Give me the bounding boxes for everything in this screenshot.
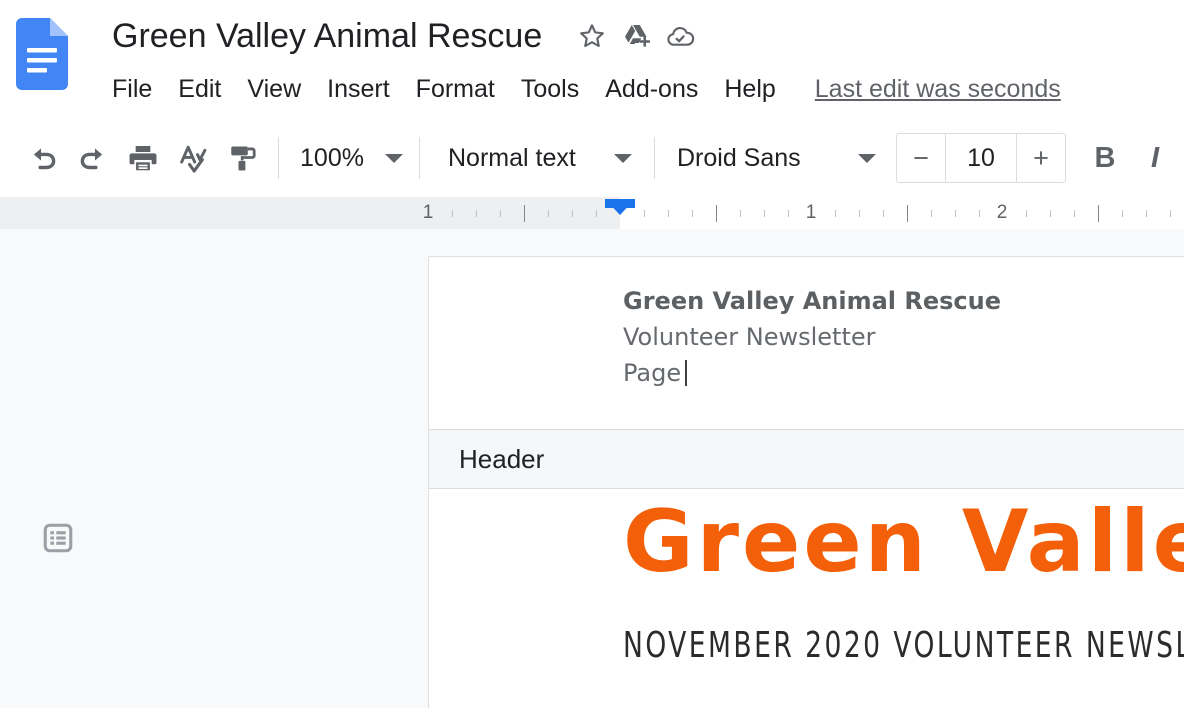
ruler-number: 2 <box>996 202 1008 223</box>
toolbar-separator <box>278 137 279 179</box>
paint-format-icon[interactable] <box>218 133 268 183</box>
ruler-tick <box>979 210 980 217</box>
chevron-down-icon <box>614 153 632 163</box>
ruler-tick <box>1122 210 1123 217</box>
ruler-tick <box>788 210 789 217</box>
ruler-tick <box>907 205 908 222</box>
header-line-org: Green Valley Animal Rescue <box>623 287 1002 315</box>
ruler-tick <box>548 210 549 217</box>
ruler-tick <box>716 205 717 222</box>
star-icon[interactable] <box>570 14 614 58</box>
paragraph-style-dropdown[interactable]: Normal text <box>448 133 632 183</box>
ruler-tick <box>692 210 693 217</box>
google-docs-window: Green Valley Animal Rescue File Edit Vie… <box>0 0 1184 708</box>
font-family-dropdown[interactable]: Droid Sans <box>677 133 876 183</box>
ruler-tick <box>572 210 573 217</box>
undo-icon[interactable] <box>18 133 68 183</box>
document-outline-icon[interactable] <box>36 516 80 560</box>
cloud-saved-icon[interactable] <box>658 14 702 58</box>
google-docs-logo-icon[interactable] <box>16 18 68 90</box>
ruler-tick <box>859 210 860 217</box>
menu-item-addons[interactable]: Add-ons <box>592 68 711 110</box>
ruler-tick <box>596 210 597 217</box>
header-line-page-text: Page <box>623 359 682 387</box>
menu-item-tools[interactable]: Tools <box>508 68 592 110</box>
document-body[interactable]: Green Valley NOVEMBER 2020 VOLUNTEER NEW… <box>429 489 1184 695</box>
chevron-down-icon <box>385 153 403 163</box>
ruler-tick <box>883 210 884 217</box>
ruler-tick <box>1170 210 1171 217</box>
ruler-tick <box>668 210 669 217</box>
redo-icon[interactable] <box>68 133 118 183</box>
ruler-tick <box>524 205 525 222</box>
paragraph-style-value: Normal text <box>448 143 576 172</box>
menu-item-view[interactable]: View <box>234 68 314 110</box>
document-header-block[interactable]: Green Valley Animal Rescue Volunteer New… <box>429 257 1184 391</box>
document-title[interactable]: Green Valley Animal Rescue <box>112 17 542 56</box>
header-section-band: Header <box>429 429 1184 489</box>
header-line-subtitle: Volunteer Newsletter <box>623 323 876 351</box>
formatting-toolbar: 100% Normal text Droid Sans − 10 + B I <box>0 119 1184 198</box>
toolbar-separator <box>419 137 420 179</box>
font-size-input[interactable]: 10 <box>945 134 1017 182</box>
font-size-increase-button[interactable]: + <box>1017 134 1065 182</box>
spellcheck-icon[interactable] <box>168 133 218 183</box>
first-line-indent-marker-icon[interactable] <box>605 199 635 208</box>
chevron-down-icon <box>858 153 876 163</box>
ruler-tick <box>835 210 836 217</box>
document-title-row: Green Valley Animal Rescue <box>112 10 702 62</box>
document-page[interactable]: Green Valley Animal Rescue Volunteer New… <box>429 257 1184 708</box>
menu-bar: File Edit View Insert Format Tools Add-o… <box>112 68 1061 110</box>
header-line-page: Page <box>623 355 1184 391</box>
top-bar: Green Valley Animal Rescue File Edit Vie… <box>0 0 1184 119</box>
menu-item-format[interactable]: Format <box>403 68 508 110</box>
ruler-content-area <box>620 197 1184 229</box>
document-ruler[interactable]: 1 1 2 <box>0 197 1184 230</box>
font-family-value: Droid Sans <box>677 143 801 172</box>
ruler-tick <box>1074 210 1075 217</box>
ruler-tick <box>1050 210 1051 217</box>
menu-item-insert[interactable]: Insert <box>314 68 403 110</box>
ruler-tick <box>931 210 932 217</box>
last-edit-status[interactable]: Last edit was seconds <box>815 68 1061 110</box>
brand-title: Green Valley <box>623 492 1184 592</box>
italic-button[interactable]: I <box>1130 133 1180 183</box>
ruler-tick <box>644 210 645 217</box>
zoom-dropdown[interactable]: 100% <box>289 133 409 183</box>
font-size-stepper: − 10 + <box>896 133 1066 183</box>
document-canvas: Green Valley Animal Rescue Volunteer New… <box>0 229 1184 708</box>
menu-item-file[interactable]: File <box>112 68 165 110</box>
ruler-tick <box>476 210 477 217</box>
ruler-tick <box>764 210 765 217</box>
ruler-tick <box>452 210 453 217</box>
ruler-tick <box>1026 210 1027 217</box>
ruler-tick <box>955 210 956 217</box>
move-to-drive-icon[interactable] <box>614 14 658 58</box>
zoom-value: 100% <box>300 143 364 172</box>
title-icon-group <box>570 14 702 58</box>
bold-button[interactable]: B <box>1080 133 1130 183</box>
ruler-tick <box>1146 210 1147 217</box>
toolbar-separator <box>654 137 655 179</box>
menu-item-edit[interactable]: Edit <box>165 68 234 110</box>
ruler-number: 1 <box>422 202 434 223</box>
text-cursor <box>685 360 688 386</box>
menu-item-help[interactable]: Help <box>711 68 788 110</box>
newsletter-subtitle: NOVEMBER 2020 VOLUNTEER NEWSLETTER <box>623 625 1184 666</box>
ruler-tick <box>740 210 741 217</box>
print-icon[interactable] <box>118 133 168 183</box>
header-section-label: Header <box>459 443 545 474</box>
ruler-tick <box>500 210 501 217</box>
ruler-tick <box>1098 205 1099 222</box>
ruler-number: 1 <box>805 202 817 223</box>
font-size-decrease-button[interactable]: − <box>897 134 945 182</box>
